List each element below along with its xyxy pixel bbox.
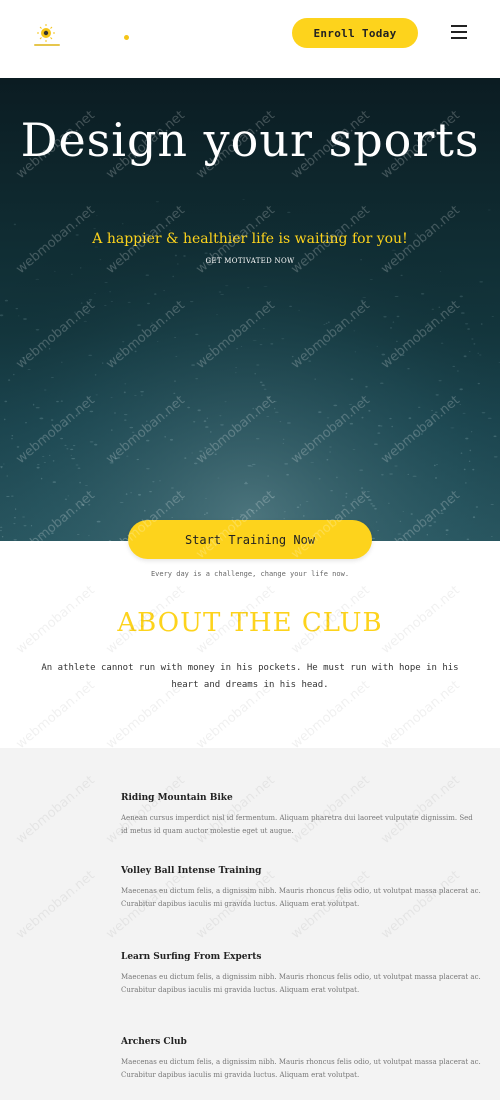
hero-section: Design your sports A happier & healthier…: [0, 78, 500, 541]
get-motivated-link[interactable]: GET MOTIVATED NOW: [0, 257, 500, 265]
activity-title[interactable]: Volley Ball Intense Training: [121, 866, 481, 876]
activity-text: Maecenas eu dictum felis, a dignissim ni…: [121, 887, 481, 908]
hero-subtitle: A happier & healthier life is waiting fo…: [92, 231, 408, 247]
activity-item: Learn Surfing From Experts Maecenas eu d…: [121, 952, 481, 997]
start-training-button[interactable]: Start Training Now: [128, 520, 372, 559]
about-text: An athlete cannot run with money in his …: [41, 663, 459, 690]
activity-title[interactable]: Learn Surfing From Experts: [121, 952, 481, 962]
activity-item: Riding Mountain Bike Aenean cursus imper…: [121, 793, 481, 838]
hero-title: Design your sports: [20, 113, 480, 167]
activity-item: Volley Ball Intense Training Maecenas eu…: [121, 866, 481, 911]
site-header: Enroll Today: [0, 0, 500, 78]
hamburger-menu-icon[interactable]: [451, 25, 467, 39]
activities-section: Riding Mountain Bike Aenean cursus imper…: [0, 748, 500, 1100]
activity-title[interactable]: Riding Mountain Bike: [121, 793, 481, 803]
logo-dot-icon: [124, 35, 129, 40]
activity-text: Maecenas eu dictum felis, a dignissim ni…: [121, 1058, 481, 1079]
activity-title[interactable]: Archers Club: [121, 1037, 481, 1047]
activity-text: Maecenas eu dictum felis, a dignissim ni…: [121, 973, 481, 994]
sun-emblem-logo[interactable]: [30, 22, 66, 52]
enroll-today-button[interactable]: Enroll Today: [292, 18, 418, 48]
activity-item: Archers Club Maecenas eu dictum felis, a…: [121, 1037, 481, 1082]
about-title: ABOUT THE CLUB: [117, 608, 383, 638]
challenge-tagline: Every day is a challenge, change your li…: [150, 570, 350, 578]
activity-text: Aenean cursus imperdict nisl id fermentu…: [121, 814, 473, 835]
